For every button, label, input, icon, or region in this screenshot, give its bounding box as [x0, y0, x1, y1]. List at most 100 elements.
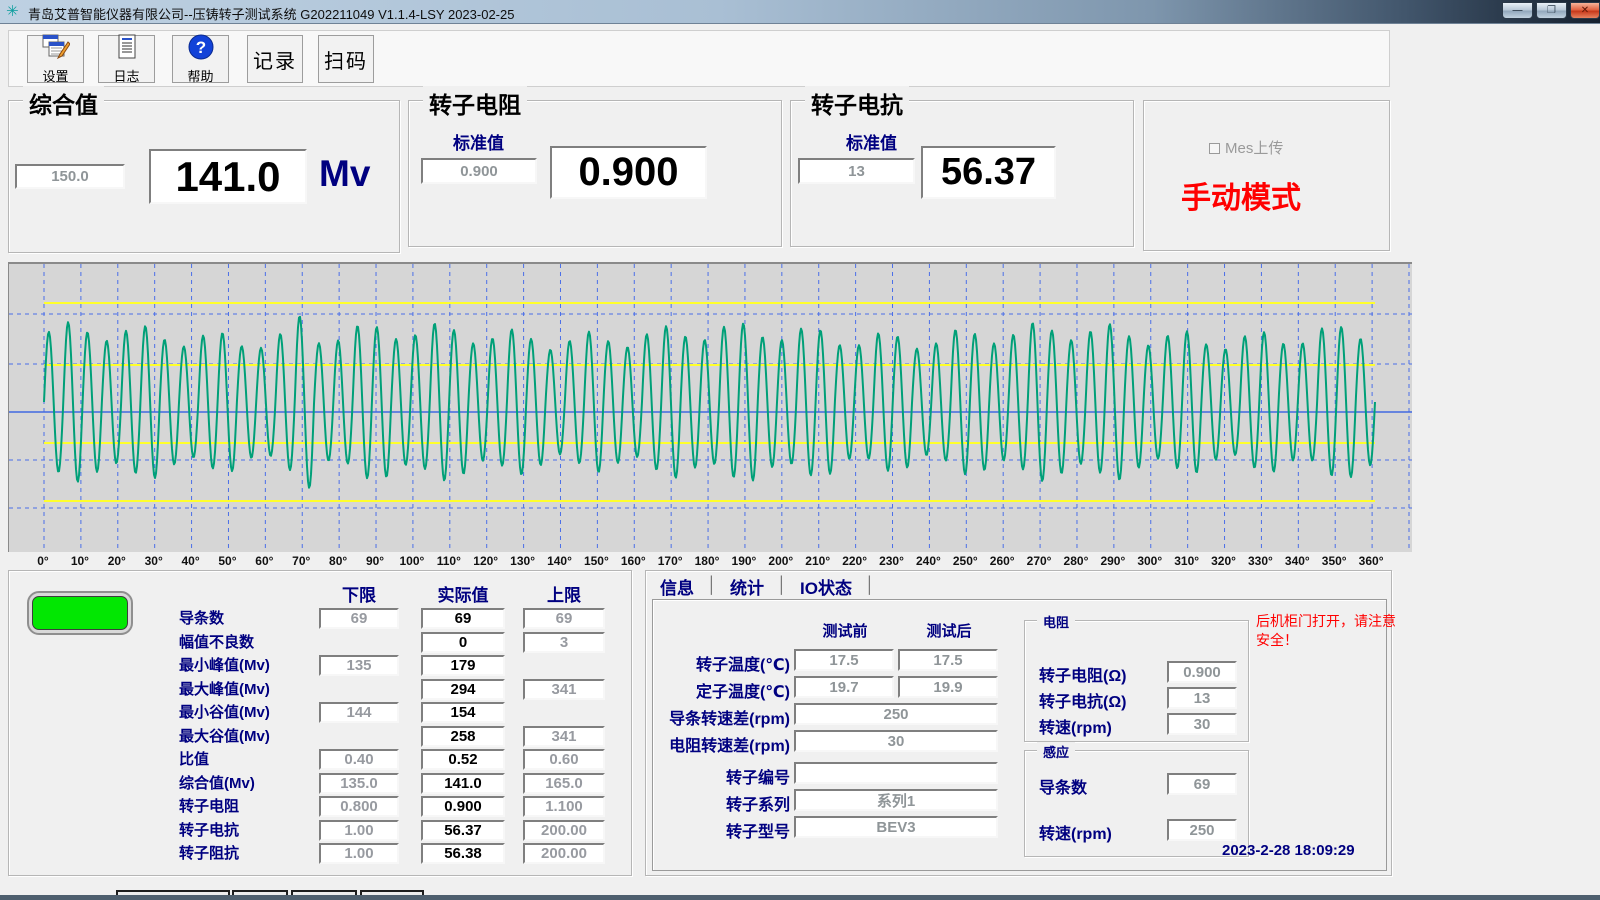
- info-row-label: 电阻转速差(rpm): [653, 732, 790, 756]
- x-tick-label: 300°: [1131, 554, 1169, 568]
- results-actual-box: 141.0: [421, 773, 505, 794]
- composite-value-display: 141.0: [149, 149, 307, 204]
- x-tick-label: 190°: [725, 554, 763, 568]
- x-tick-label: 130°: [504, 554, 542, 568]
- x-tick-label: 270°: [1020, 554, 1058, 568]
- resistance-standard-input[interactable]: 0.900: [421, 158, 537, 184]
- timestamp: 2023-2-28 18:09:29: [1222, 842, 1355, 859]
- results-actual-box: 56.37: [421, 820, 505, 841]
- results-row-label: 最小峰值(Mv): [179, 655, 270, 676]
- results-upper-box: 0.60: [523, 749, 605, 770]
- x-tick-label: 290°: [1094, 554, 1132, 568]
- x-tick-label: 100°: [393, 554, 431, 568]
- x-tick-label: 40°: [172, 554, 210, 568]
- results-row-label: 综合值(Mv): [179, 773, 255, 794]
- status-lamp: [27, 591, 133, 635]
- results-column-header: 下限: [309, 581, 409, 606]
- info-value-box: BEV3: [794, 816, 998, 838]
- info-value-box: 30: [794, 730, 998, 752]
- tab-信息[interactable]: 信息: [656, 574, 707, 599]
- waveform-chart: [8, 262, 1412, 552]
- mode-panel: Mes上传 手动模式: [1143, 100, 1390, 251]
- mes-upload-label: Mes上传: [1225, 140, 1283, 157]
- resistance-settings-group: 电阻 转子电阻(Ω)0.900转子电抗(Ω)13转速(rpm)30: [1024, 620, 1249, 742]
- x-tick-label: 120°: [467, 554, 505, 568]
- x-tick-label: 150°: [577, 554, 615, 568]
- composite-unit-label: Mv: [319, 153, 370, 195]
- x-tick-label: 0°: [24, 554, 62, 568]
- results-panel: 下限实际值上限导条数696969幅值不良数03最小峰值(Mv)135179最大峰…: [8, 570, 632, 876]
- results-column-header: 实际值: [413, 581, 513, 606]
- results-lower-box: 1.00: [319, 820, 399, 841]
- results-lower-box: 0.40: [319, 749, 399, 770]
- checkbox-icon: [1209, 143, 1220, 154]
- results-lower-box: 135: [319, 655, 399, 676]
- tab-IO状态[interactable]: IO状态: [787, 574, 865, 599]
- results-lower-box: 69: [319, 608, 399, 629]
- x-tick-label: 340°: [1278, 554, 1316, 568]
- waveform-svg: [9, 264, 1412, 552]
- restore-button[interactable]: ❐: [1536, 2, 1567, 19]
- app-icon: ✳: [6, 3, 19, 20]
- results-column-header: 上限: [514, 581, 614, 606]
- results-row-label: 最小谷值(Mv): [179, 702, 270, 723]
- results-lower-box: 1.00: [319, 843, 399, 864]
- results-actual-box: 179: [421, 655, 505, 676]
- scan-label: 扫码: [324, 45, 368, 74]
- info-before-box: 19.7: [794, 676, 894, 698]
- record-button[interactable]: 记录: [247, 35, 303, 83]
- info-after-box: 19.9: [898, 676, 998, 698]
- minimize-button[interactable]: —: [1502, 2, 1533, 19]
- results-actual-box: 69: [421, 608, 505, 629]
- tab-content-frame: 测试前测试后转子温度(℃)17.517.5定子温度(℃)19.719.9导条转速…: [652, 599, 1387, 871]
- tab-separator: │: [865, 577, 875, 595]
- info-value-box[interactable]: [794, 762, 998, 784]
- x-tick-label: 160°: [614, 554, 652, 568]
- app-window: { "window": { "title": "青岛艾普智能仪器有限公司--压铸…: [0, 0, 1600, 900]
- info-row-label: 转子温度(℃): [653, 651, 790, 675]
- results-actual-box: 258: [421, 726, 505, 747]
- results-actual-box: 0: [421, 632, 505, 653]
- manual-mode-text: 手动模式: [1181, 173, 1301, 217]
- results-upper-box: 3: [523, 632, 605, 653]
- composite-standard-input[interactable]: 150.0: [15, 164, 125, 189]
- info-row-label: 转子型号: [653, 818, 790, 842]
- tab-统计[interactable]: 统计: [717, 574, 777, 599]
- results-row-label: 转子电抗: [179, 820, 239, 841]
- x-tick-label: 320°: [1205, 554, 1243, 568]
- results-row-label: 最大谷值(Mv): [179, 726, 270, 747]
- mes-upload-checkbox[interactable]: Mes上传: [1209, 137, 1283, 158]
- setting-value-box: 30: [1167, 713, 1237, 735]
- x-tick-label: 70°: [282, 554, 320, 568]
- x-tick-label: 350°: [1315, 554, 1353, 568]
- close-button[interactable]: ✕: [1570, 2, 1600, 19]
- scan-button[interactable]: 扫码: [318, 35, 374, 83]
- resistance-value-display: 0.900: [550, 146, 707, 199]
- x-tick-label: 20°: [98, 554, 136, 568]
- detail-panel: 信息│统计│IO状态│ 测试前测试后转子温度(℃)17.517.5定子温度(℃)…: [645, 570, 1392, 876]
- results-row-label: 最大峰值(Mv): [179, 679, 270, 700]
- window-title: 青岛艾普智能仪器有限公司--压铸转子测试系统 G202211049 V1.1.4…: [28, 4, 514, 23]
- info-row-label: 转子编号: [653, 764, 790, 788]
- setting-label: 转子电抗(Ω): [1039, 688, 1127, 712]
- info-column-header: 测试后: [899, 620, 999, 641]
- reactance-panel-title: 转子电抗: [805, 86, 909, 120]
- title-bar: ✳ 青岛艾普智能仪器有限公司--压铸转子测试系统 G202211049 V1.1…: [0, 0, 1600, 24]
- info-value-box: 250: [794, 703, 998, 725]
- setting-label: 转子电阻(Ω): [1039, 662, 1127, 686]
- results-row-label: 导条数: [179, 608, 224, 629]
- x-tick-label: 110°: [430, 554, 468, 568]
- x-tick-label: 80°: [319, 554, 357, 568]
- x-tick-label: 140°: [540, 554, 578, 568]
- setting-label: 导条数: [1039, 774, 1087, 798]
- settings-button[interactable]: 设置: [27, 35, 84, 83]
- x-tick-label: 360°: [1352, 554, 1390, 568]
- setting-value-box: 69: [1167, 773, 1237, 795]
- results-upper-box: 341: [523, 679, 605, 700]
- help-button[interactable]: ? 帮助: [172, 35, 229, 83]
- results-lower-box: 144: [319, 702, 399, 723]
- log-button[interactable]: 日志: [98, 35, 155, 83]
- reactance-standard-input[interactable]: 13: [798, 158, 915, 184]
- x-tick-label: 170°: [651, 554, 689, 568]
- composite-value-panel: 综合值 150.0 141.0 Mv: [8, 100, 400, 253]
